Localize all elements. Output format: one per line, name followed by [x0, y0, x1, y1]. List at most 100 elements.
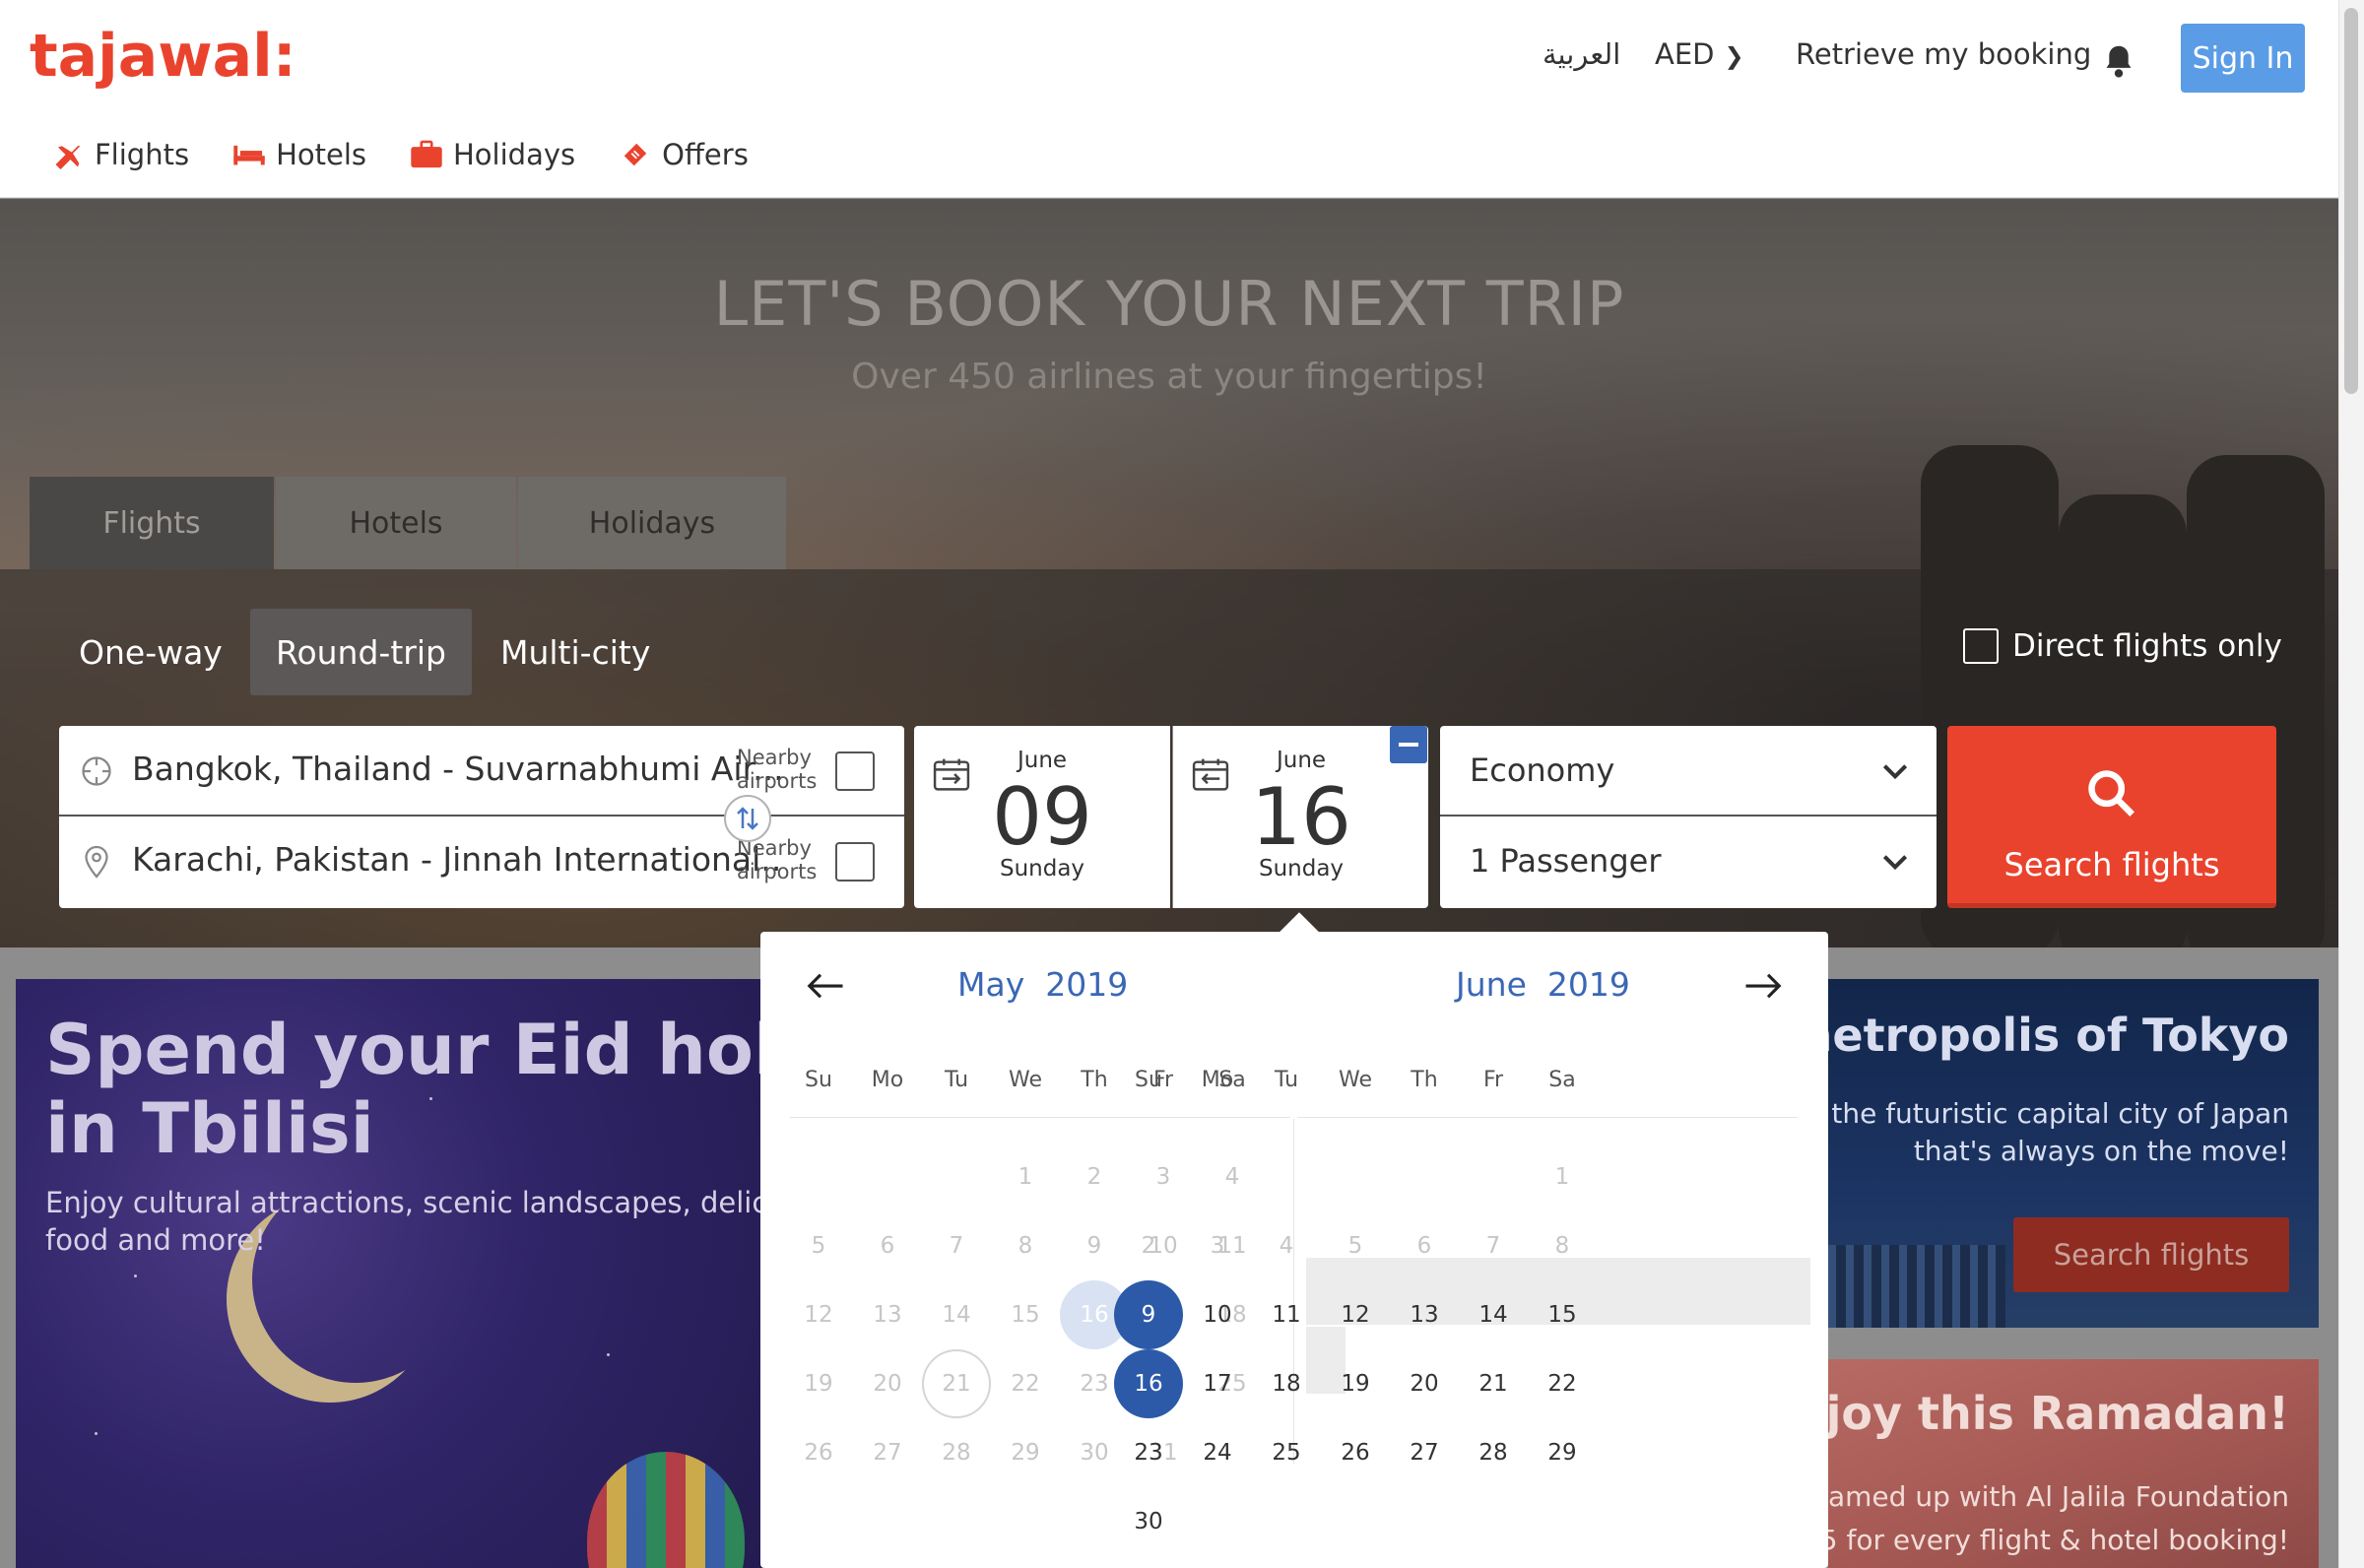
calendar-day[interactable]: 4 [1198, 1143, 1267, 1211]
tab-flights[interactable]: Flights [30, 477, 274, 569]
origin-field[interactable]: Bangkok, Thailand - Suvarnabhumi Air... … [59, 726, 904, 817]
calendar-day[interactable]: 16 [1114, 1349, 1183, 1418]
weekday-label: Mo [1201, 1068, 1234, 1092]
calendar-day[interactable]: 21 [922, 1349, 991, 1418]
calendar-day[interactable]: 23 [1114, 1418, 1183, 1487]
nearby-label: Nearby airports [737, 836, 817, 883]
nav-hotels[interactable]: Hotels [232, 138, 366, 171]
calendar-day[interactable]: 8 [991, 1211, 1060, 1280]
trip-type-one-way[interactable]: One-way [53, 609, 248, 695]
calendar-day[interactable]: 19 [1321, 1349, 1390, 1418]
remove-return-button[interactable] [1390, 726, 1427, 763]
chevron-down-icon [1882, 764, 1908, 780]
calendar-day[interactable]: 28 [922, 1418, 991, 1487]
calendar-day[interactable]: 25 [1252, 1418, 1321, 1487]
calendar-day[interactable]: 14 [922, 1280, 991, 1349]
nav-offers[interactable]: Offers [619, 138, 749, 171]
trip-type-multi-city[interactable]: Multi-city [475, 609, 676, 695]
calendar-day[interactable]: 2 [1060, 1143, 1129, 1211]
tab-holidays[interactable]: Holidays [518, 477, 786, 569]
passengers-select[interactable]: 1 Passenger [1440, 817, 1937, 907]
arrow-right-icon[interactable] [1743, 971, 1783, 1001]
departure-month: June [1017, 748, 1068, 773]
calendar-day[interactable]: 22 [1528, 1349, 1597, 1418]
calendar-day[interactable]: 22 [991, 1349, 1060, 1418]
swap-route-button[interactable] [724, 795, 771, 842]
calendar-day[interactable]: 15 [1528, 1280, 1597, 1349]
calendar-day[interactable]: 6 [853, 1211, 922, 1280]
promo-description: f the futuristic capital city of Japan th… [1828, 1095, 2289, 1170]
calendar-day[interactable]: 27 [1390, 1418, 1459, 1487]
calendar-day[interactable]: 20 [853, 1349, 922, 1418]
calendar-day[interactable]: 1 [991, 1143, 1060, 1211]
calendar-day[interactable]: 21 [1459, 1349, 1528, 1418]
calendar-day[interactable]: 1 [1528, 1143, 1597, 1211]
departure-date-field[interactable]: June 09 Sunday [914, 726, 1170, 908]
tab-hotels[interactable]: Hotels [276, 477, 516, 569]
calendar-day[interactable]: 7 [922, 1211, 991, 1280]
search-flights-button[interactable]: Search flights [1947, 726, 2276, 908]
calendar-day[interactable]: 9 [1114, 1280, 1183, 1349]
destination-field[interactable]: Karachi, Pakistan - Jinnah International… [59, 817, 904, 907]
calendar-day[interactable]: 29 [991, 1418, 1060, 1487]
calendar-day[interactable]: 17 [1183, 1349, 1252, 1418]
calendar-day[interactable]: 6 [1390, 1211, 1459, 1280]
calendar-day[interactable]: 19 [784, 1349, 853, 1418]
direct-flights-checkbox[interactable] [1963, 628, 1999, 664]
ticket-icon [624, 143, 647, 166]
return-weekday: Sunday [1258, 856, 1345, 882]
calendar-day[interactable]: 12 [784, 1280, 853, 1349]
promo-desc-line-2: that's always on the move! [1913, 1135, 2289, 1167]
trip-type-round-trip[interactable]: Round-trip [250, 609, 472, 695]
main-nav: Flights Hotels Holidays Offers [51, 138, 749, 171]
hot-air-balloon-image [587, 1452, 745, 1568]
calendar-day[interactable]: 14 [1459, 1280, 1528, 1349]
retrieve-booking-link[interactable]: Retrieve my booking [1796, 37, 2091, 71]
calendar-day[interactable]: 3 [1129, 1143, 1198, 1211]
star [607, 1353, 610, 1356]
calendar-day[interactable]: 10 [1183, 1280, 1252, 1349]
calendar-day[interactable]: 13 [1390, 1280, 1459, 1349]
calendar-day[interactable]: 8 [1528, 1211, 1597, 1280]
calendar-day[interactable]: 13 [853, 1280, 922, 1349]
calendar-day[interactable]: 4 [1252, 1211, 1321, 1280]
crosshair-icon [82, 756, 111, 786]
sign-in-button[interactable]: Sign In [2181, 24, 2305, 93]
month-name: May [957, 965, 1025, 1004]
calendar-day[interactable]: 5 [1321, 1211, 1390, 1280]
calendar-month-title-june: June 2019 [1456, 965, 1630, 1004]
calendar-day[interactable]: 26 [1321, 1418, 1390, 1487]
calendar-day[interactable]: 15 [991, 1280, 1060, 1349]
promo-card-tbilisi[interactable]: Spend your Eid holiday in Tbilisi Enjoy … [16, 979, 804, 1568]
cabin-class-select[interactable]: Economy [1440, 726, 1937, 817]
calendar-day[interactable]: 26 [784, 1418, 853, 1487]
month-year: 2019 [1045, 965, 1129, 1004]
calendar-day[interactable]: 30 [1114, 1487, 1183, 1556]
direct-flights-toggle[interactable]: Direct flights only [1963, 628, 2282, 664]
calendar-day[interactable]: 3 [1183, 1211, 1252, 1280]
calendar-day[interactable]: 7 [1459, 1211, 1528, 1280]
logo[interactable]: tajawal: [30, 22, 296, 91]
language-switch[interactable]: العربية [1543, 37, 1620, 71]
calendar-day[interactable]: 11 [1252, 1280, 1321, 1349]
currency-selector[interactable]: AED ❯ [1655, 37, 1744, 71]
promo-search-flights-button[interactable]: Search flights [2013, 1217, 2289, 1292]
nav-holidays[interactable]: Holidays [410, 138, 575, 171]
origin-nearby-checkbox[interactable] [835, 751, 875, 791]
calendar-day[interactable]: 29 [1528, 1418, 1597, 1487]
calendar-day[interactable]: 5 [784, 1211, 853, 1280]
calendar-day[interactable]: 28 [1459, 1418, 1528, 1487]
calendar-day[interactable]: 20 [1390, 1349, 1459, 1418]
bell-icon[interactable] [2102, 43, 2135, 79]
destination-nearby-checkbox[interactable] [835, 842, 875, 882]
nav-flights[interactable]: Flights [51, 138, 189, 171]
calendar-day[interactable]: 24 [1183, 1418, 1252, 1487]
scrollbar-thumb[interactable] [2344, 8, 2358, 394]
arrow-left-icon[interactable] [806, 971, 845, 1001]
promo-card-tokyo[interactable]: g metropolis of Tokyo f the futuristic c… [1828, 979, 2319, 1328]
calendar-day[interactable]: 18 [1252, 1349, 1321, 1418]
promo-card-ramadan[interactable]: ad joy this Ramadan! eamed up with Al Ja… [1828, 1359, 2319, 1568]
calendar-day[interactable]: 2 [1114, 1211, 1183, 1280]
calendar-day[interactable]: 12 [1321, 1280, 1390, 1349]
calendar-day[interactable]: 27 [853, 1418, 922, 1487]
